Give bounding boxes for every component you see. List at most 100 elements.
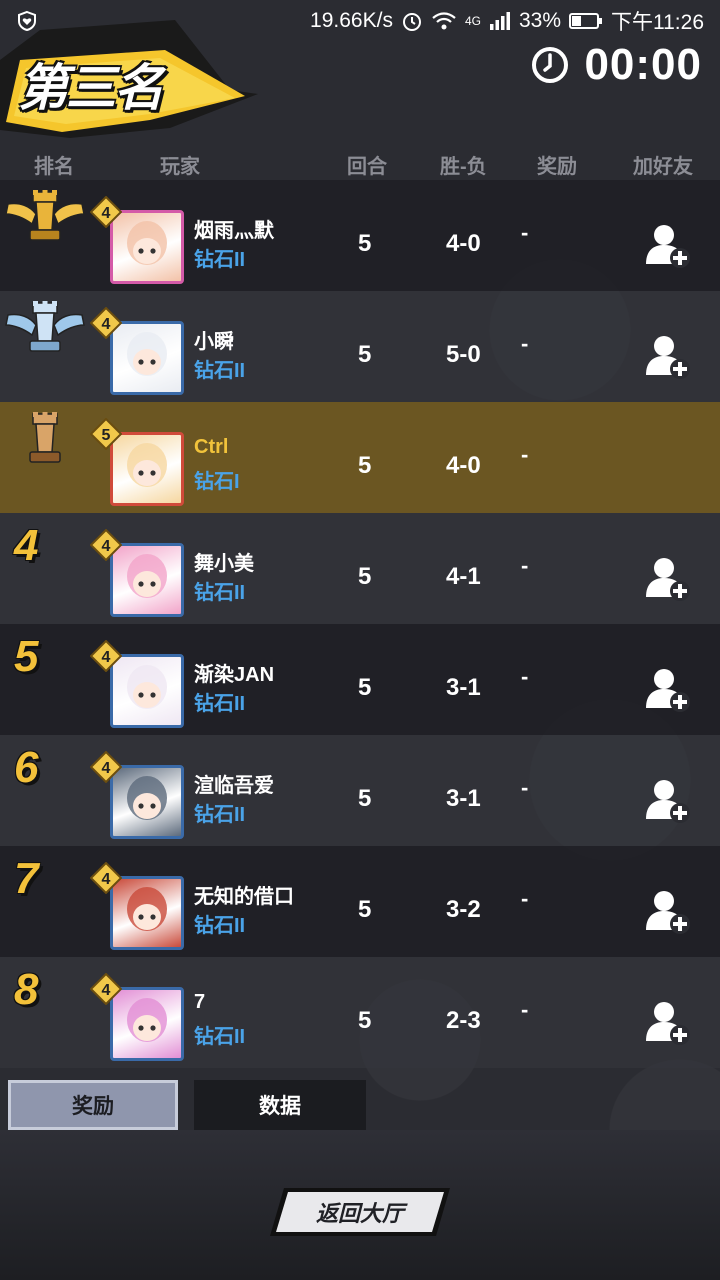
table-row: 8 4 7 钻石II 5 2-3 - — [0, 957, 720, 1068]
rank-cell: 6 — [0, 735, 100, 846]
wifi-icon — [432, 12, 456, 30]
level-badge-icon: 4 — [89, 639, 123, 673]
reward-value: - — [521, 664, 529, 689]
reward-value: - — [521, 886, 529, 911]
table-row: 6 4 渲临吾爱钻石II 5 3-1 - — [0, 735, 720, 846]
player-avatar-group: 4 — [89, 528, 190, 619]
avatar-face-icon — [127, 332, 167, 376]
rounds-value: 5 — [358, 230, 372, 257]
col-add-friend: 加好友 — [633, 156, 693, 178]
level-badge: 4 — [89, 639, 123, 673]
add-friend-button[interactable] — [642, 886, 692, 936]
add-friend-icon — [646, 336, 690, 379]
rounds-value: 5 — [358, 563, 372, 590]
reward-value: - — [521, 553, 529, 578]
shield-heart-icon — [18, 10, 36, 32]
add-friend-button[interactable] — [642, 331, 692, 381]
avatar-face-icon — [127, 554, 167, 598]
player-avatar-group: 4 — [89, 195, 190, 286]
reward-value: - — [521, 775, 529, 800]
svg-text:4: 4 — [102, 649, 111, 666]
player-tier: 钻石II — [194, 249, 246, 271]
rounds-value: 5 — [358, 341, 372, 368]
reward-value: - — [521, 997, 529, 1022]
level-badge: 4 — [89, 972, 123, 1006]
rank-cell — [0, 402, 100, 513]
rank-cell — [0, 180, 100, 291]
countdown-timer: 00:00 — [530, 40, 702, 90]
avatar-face-icon — [127, 221, 167, 265]
win-loss-value: 4-0 — [446, 230, 481, 257]
player-name: 烟雨灬默 — [194, 220, 274, 242]
level-badge: 4 — [89, 306, 123, 340]
bronze-trophy-icon — [29, 412, 61, 463]
avatar-face-icon — [127, 887, 167, 931]
player-name: 渲临吾爱 — [194, 775, 274, 797]
add-friend-button[interactable] — [642, 664, 692, 714]
add-friend-button[interactable] — [642, 775, 692, 825]
player-avatar-group: 5 — [89, 417, 190, 508]
player-tier: 钻石II — [194, 582, 246, 604]
avatar-face-icon — [127, 443, 167, 487]
tab-data[interactable]: 数据 — [194, 1080, 366, 1130]
back-button-label: 返回大厅 — [315, 1201, 404, 1226]
add-friend-button[interactable] — [642, 553, 692, 603]
player-name: 渐染JAN — [194, 664, 275, 686]
rank-number: 6 — [14, 743, 39, 792]
add-friend-icon — [646, 780, 690, 823]
rank-cell: 8 — [0, 957, 100, 1068]
tab-reward[interactable]: 奖励 — [8, 1080, 178, 1130]
timer-value: 00:00 — [584, 40, 702, 89]
svg-text:4: 4 — [102, 538, 111, 555]
col-player: 玩家 — [160, 156, 200, 178]
player-name: 小瞬 — [194, 331, 234, 353]
table-row: 5 4 渐染JAN 钻石II 5 3-1 - — [0, 624, 720, 735]
battery-icon — [569, 13, 602, 29]
level-badge-icon: 4 — [89, 750, 123, 784]
clock-time: 下午11:26 — [611, 11, 704, 34]
win-loss-value: 4-0 — [446, 452, 481, 479]
ranking-list: 4 烟雨灬默 钻石II 5 4-0-4 小瞬 钻石II 5 5-0-5 Ctrl 钻石I 5 4-0-4… — [0, 180, 720, 1068]
level-badge: 4 — [89, 861, 123, 895]
player-tier: 钻石II — [194, 804, 246, 826]
reward-value: - — [521, 220, 529, 245]
avatar-face-icon — [127, 776, 167, 820]
player-tier: 钻石I — [194, 471, 240, 493]
back-to-lobby-button[interactable]: 返回大厅 — [270, 1188, 450, 1236]
svg-text:4: 4 — [102, 316, 111, 333]
add-friend-button[interactable] — [642, 997, 692, 1047]
add-friend-button[interactable] — [642, 220, 692, 270]
column-headers: 排名 玩家 回合 胜-负 奖励 加好友 — [0, 148, 720, 180]
rank-cell: 7 — [0, 846, 100, 957]
level-badge: 4 — [89, 528, 123, 562]
svg-text:4: 4 — [102, 871, 111, 888]
player-name: 无知的借口 — [194, 886, 294, 908]
player-tier: 钻石II — [194, 915, 246, 937]
win-loss-value: 2-3 — [446, 1007, 481, 1034]
win-loss-value: 3-1 — [446, 785, 481, 812]
reward-value: - — [521, 331, 529, 356]
rounds-value: 5 — [358, 785, 372, 812]
svg-text:4: 4 — [102, 205, 111, 222]
col-rounds: 回合 — [347, 156, 387, 178]
rounds-value: 5 — [358, 1007, 372, 1034]
rank-number: 4 — [14, 521, 39, 570]
table-row: 4 小瞬 钻石II 5 5-0 - — [0, 291, 720, 402]
battery-percent: 33% — [518, 9, 561, 32]
player-name: 7 — [194, 991, 206, 1013]
signal-icon — [489, 12, 510, 30]
add-friend-icon — [646, 669, 690, 712]
svg-text:4: 4 — [102, 982, 111, 999]
alarm-icon — [402, 13, 421, 31]
win-loss-value: 4-1 — [446, 563, 481, 590]
reward-value: - — [521, 442, 529, 467]
clock-icon — [532, 47, 569, 83]
rounds-value: 5 — [358, 896, 372, 923]
status-bar: 19.66K/s 4G 33% 下午11:26 — [0, 0, 720, 42]
table-row: 4 烟雨灬默钻石II 5 4-0 - — [0, 180, 720, 291]
level-badge-icon: 4 — [89, 972, 123, 1006]
add-friend-icon — [646, 558, 690, 601]
gold-trophy-icon — [5, 190, 85, 241]
player-avatar-group: 4 — [89, 639, 190, 730]
player-name: 舞小美 — [194, 553, 254, 575]
